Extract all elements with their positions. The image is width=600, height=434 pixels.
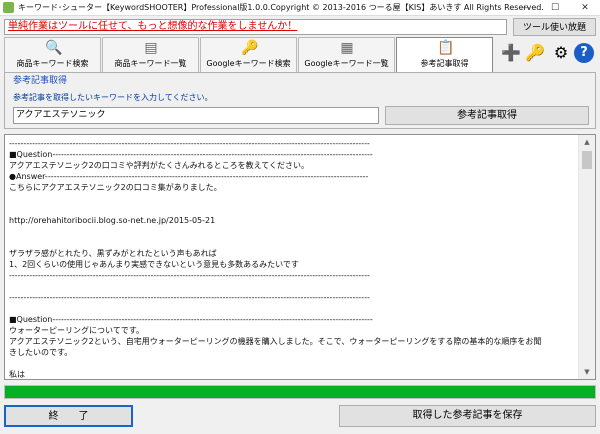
tab-google-keyword-list[interactable]: ▦ Googleキーワード一覧	[298, 37, 395, 72]
add-icon[interactable]: ➕	[500, 39, 522, 67]
articles-content[interactable]: ----------------------------------------…	[9, 138, 579, 378]
help-icon[interactable]: ?	[574, 43, 594, 63]
tab-label: Googleキーワード一覧	[304, 59, 389, 68]
tab-product-keyword-search[interactable]: 🔍 商品キーワード検索	[4, 37, 101, 72]
card-icon: ▤	[144, 40, 158, 56]
minimize-button[interactable]: —	[510, 0, 540, 16]
maximize-button[interactable]: ☐	[540, 0, 570, 16]
save-articles-button[interactable]: 取得した参考記事を保存	[339, 405, 596, 427]
progress-bar	[4, 385, 596, 399]
grid-icon: ▦	[340, 40, 354, 56]
app-icon	[3, 2, 14, 13]
exit-button[interactable]: 終 了	[4, 405, 133, 427]
close-button[interactable]: ✕	[570, 0, 600, 16]
scroll-down-icon[interactable]: ▼	[579, 365, 595, 379]
get-articles-button[interactable]: 参考記事取得	[385, 106, 589, 125]
tab-product-keyword-list[interactable]: ▤ 商品キーワード一覧	[102, 37, 199, 72]
scroll-up-icon[interactable]: ▲	[579, 135, 595, 149]
title-bar: キーワード･シューター【KeywordSHOOTER】Professional版…	[0, 0, 600, 16]
promo-ticker[interactable]: 単純作業はツールに任せて、もっと想像的な作業をしませんか！	[4, 19, 507, 35]
tab-reference-articles[interactable]: 📋 参考記事取得	[396, 37, 493, 73]
keyword-input[interactable]: アクアエステソニック	[13, 107, 379, 124]
tab-label: 商品キーワード一覧	[114, 59, 187, 68]
gear-icon[interactable]: ⚙	[550, 39, 572, 67]
key-icon[interactable]: 🔑	[524, 39, 546, 67]
toolbar-icons: ➕ 🔑 ⚙ ?	[500, 39, 596, 69]
scroll-thumb[interactable]	[582, 151, 592, 169]
vertical-scrollbar[interactable]: ▲ ▼	[578, 135, 595, 379]
tab-label: Googleキーワード検索	[206, 59, 291, 68]
tool-usage-button[interactable]: ツール使い放題	[513, 18, 596, 36]
clipboard-icon: 📋	[437, 40, 455, 56]
group-title: 参考記事取得	[13, 76, 68, 86]
key-search-icon: 🔑	[241, 40, 259, 56]
tab-label: 商品キーワード検索	[16, 59, 89, 68]
tab-google-keyword-search[interactable]: 🔑 Googleキーワード検索	[200, 37, 297, 72]
tab-label: 参考記事取得	[420, 59, 469, 68]
window-title: キーワード･シューター【KeywordSHOOTER】Professional版…	[18, 3, 544, 12]
articles-textarea[interactable]: ----------------------------------------…	[4, 134, 596, 380]
progress-fill	[5, 386, 595, 398]
instruction-text: 参考記事を取得したいキーワードを入力してください。	[13, 93, 213, 102]
magnifier-icon: 🔍	[45, 40, 63, 56]
reference-panel: 参考記事取得 参考記事を取得したいキーワードを入力してください。 アクアエステソ…	[4, 72, 596, 129]
